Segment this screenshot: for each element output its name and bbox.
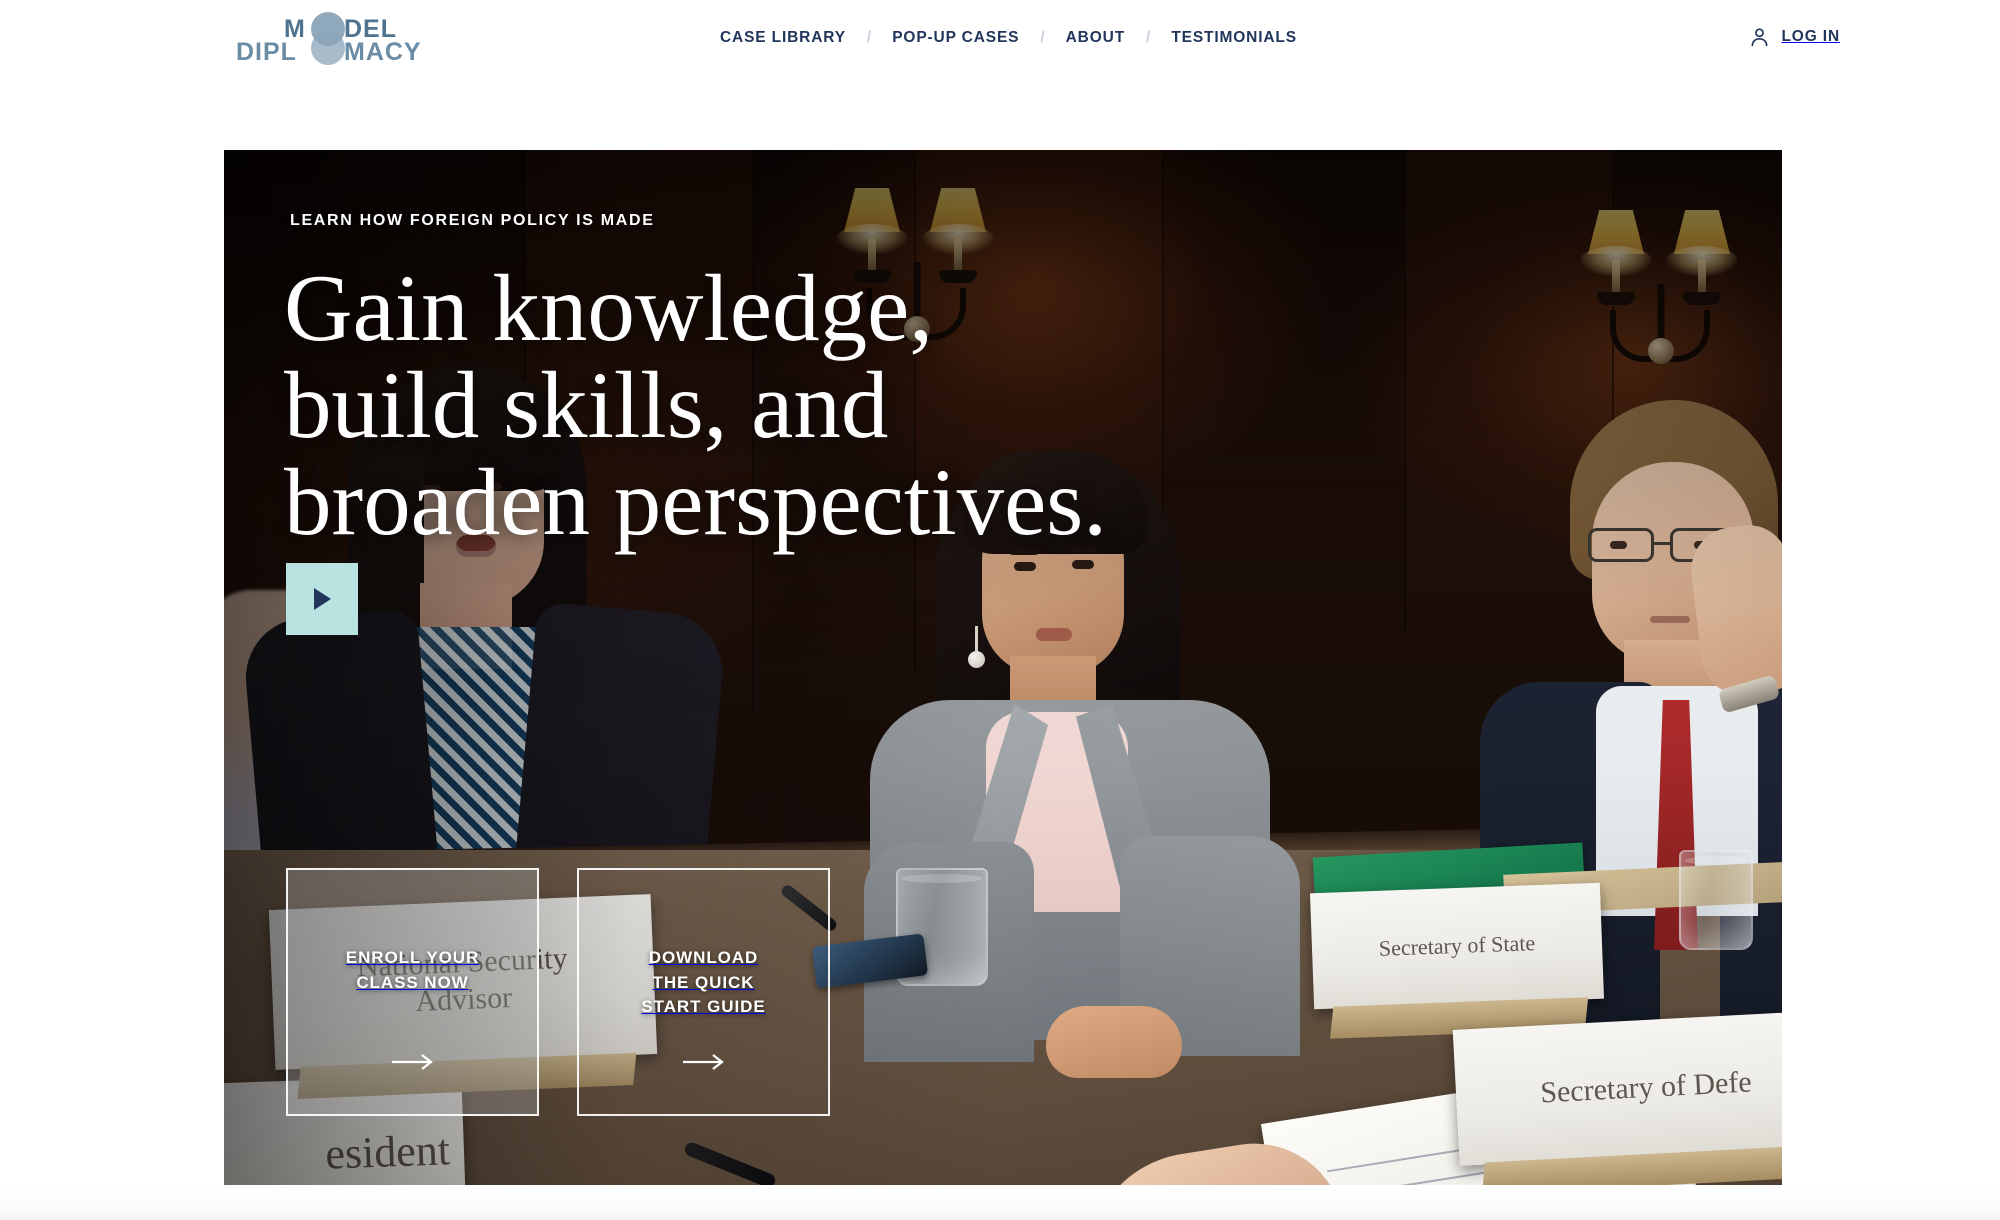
main-navigation: CASE LIBRARY / POP-UP CASES / ABOUT / TE… [718, 29, 1299, 47]
svg-text:MACY: MACY [344, 38, 422, 66]
page-bottom-strip [0, 1185, 2000, 1220]
nav-item-about[interactable]: ABOUT [1064, 29, 1127, 47]
login-button[interactable]: LOG IN [1749, 26, 1840, 48]
svg-text:DIPL: DIPL [236, 38, 297, 66]
user-icon [1752, 28, 1768, 47]
video-play-button[interactable] [286, 563, 358, 635]
cta-label: DOWNLOAD THE QUICK START GUIDE [627, 946, 779, 1020]
logo-mark: M DEL DIPL MACY [236, 12, 422, 66]
headline-line-1: Gain knowledge, [284, 255, 933, 361]
arrow-right-icon [682, 1054, 724, 1070]
download-quick-start-guide-button[interactable]: DOWNLOAD THE QUICK START GUIDE [577, 868, 830, 1116]
arrow-right-icon [391, 1054, 433, 1070]
nav-item-pop-up-cases[interactable]: POP-UP CASES [890, 29, 1021, 47]
cta-label-line: ENROLL YOUR [345, 948, 480, 967]
hero-headline: Gain knowledge, build skills, and broade… [284, 260, 1364, 551]
cta-label-line: DOWNLOAD [648, 948, 759, 967]
play-icon [314, 588, 331, 610]
cta-label-line: THE QUICK [652, 972, 755, 992]
site-header: M DEL DIPL MACY CASE LIBRARY / POP-UP CA… [0, 0, 2000, 150]
hero-banner: esident National Security Advisor Secret… [224, 150, 1782, 1185]
cta-label: ENROLL YOUR CLASS NOW [332, 946, 493, 995]
nav-separator: / [866, 29, 872, 46]
cta-label-line: START GUIDE [641, 997, 766, 1017]
nav-item-case-library[interactable]: CASE LIBRARY [718, 29, 848, 47]
headline-line-2: build skills, and [284, 351, 889, 458]
hero-eyebrow: LEARN HOW FOREIGN POLICY IS MADE [290, 212, 655, 229]
nav-separator: / [1040, 29, 1045, 46]
hero-overlay: LEARN HOW FOREIGN POLICY IS MADE Gain kn… [224, 150, 1782, 1185]
site-logo[interactable]: M DEL DIPL MACY [228, 8, 438, 70]
cta-label-line: CLASS NOW [356, 972, 469, 992]
headline-line-3: broaden perspectives. [284, 448, 1107, 555]
nav-separator: / [1146, 29, 1151, 46]
enroll-your-class-now-button[interactable]: ENROLL YOUR CLASS NOW [286, 868, 539, 1116]
login-label: LOG IN [1781, 28, 1840, 45]
hero-cta-group: ENROLL YOUR CLASS NOW DOWNLOAD THE QUICK… [286, 868, 830, 1116]
nav-item-testimonials[interactable]: TESTIMONIALS [1169, 29, 1299, 47]
